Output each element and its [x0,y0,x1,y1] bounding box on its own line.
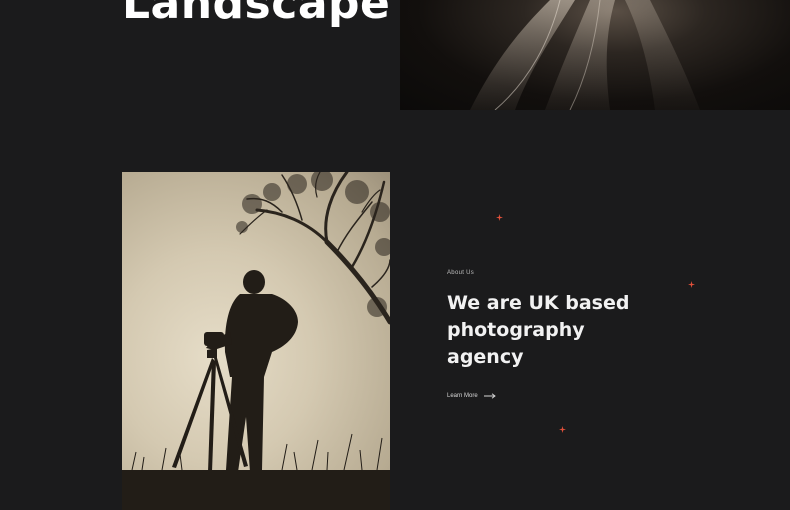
sparkle-icon [559,426,566,433]
learn-more-link[interactable]: Learn More [447,393,496,399]
about-eyebrow: About Us [447,270,475,276]
about-heading-line: agency [447,346,524,368]
about-heading-line: photography [447,319,585,341]
photographer-silhouette [122,172,390,510]
learn-more-label: Learn More [447,393,478,399]
about-section: About Us We are UK based photography age… [447,270,667,371]
hero-title: Landscape [122,0,391,29]
about-heading-line: We are UK based [447,292,630,314]
sparkle-icon [496,214,503,221]
sparkle-icon [688,281,695,288]
photographer-image [122,172,390,510]
arrow-right-icon [483,393,496,399]
about-heading: We are UK based photography agency [447,290,667,371]
smoke-figure-graphic [470,0,700,110]
hero-image [400,0,790,110]
